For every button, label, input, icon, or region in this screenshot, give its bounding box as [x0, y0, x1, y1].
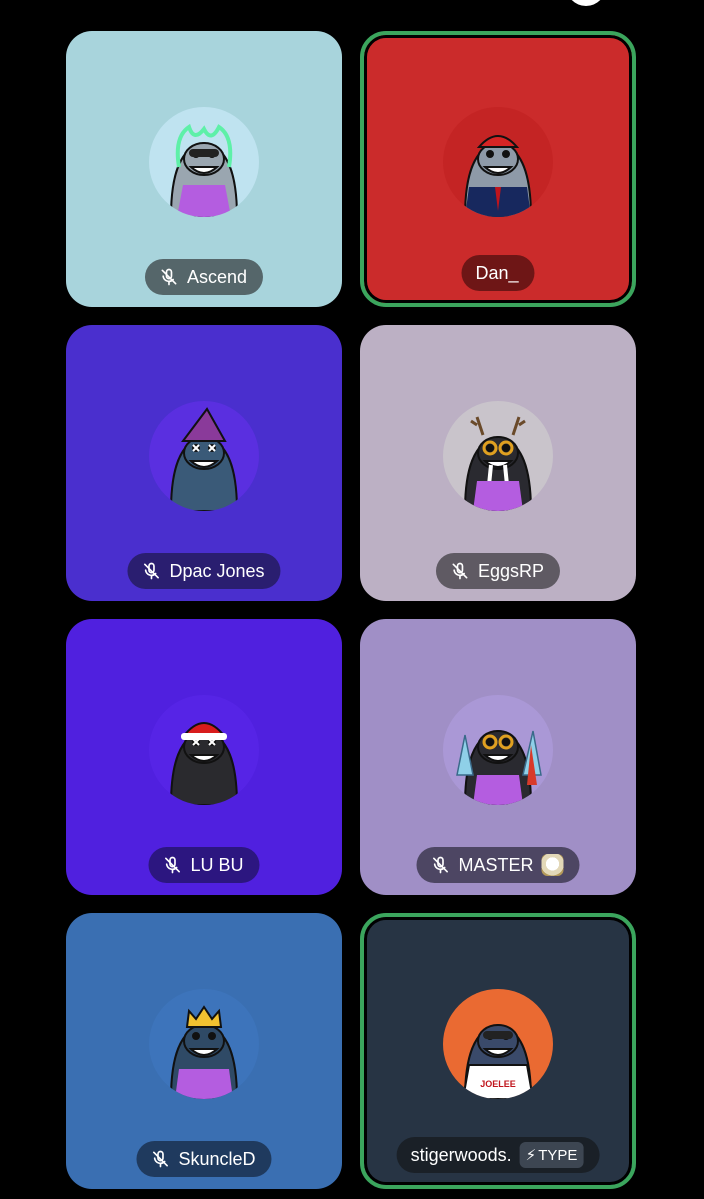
badge-emoji-icon [541, 854, 564, 876]
name-pill: Ascend [144, 259, 264, 295]
type-badge: ⚡ TYPE [519, 1142, 584, 1168]
participant-tile-stigerwoods[interactable]: JOELEE stigerwoods. ⚡ TYPE [360, 913, 636, 1189]
participant-name: Dan_ [475, 262, 519, 283]
participant-name: stigerwoods. [410, 1144, 512, 1165]
avatar [149, 989, 259, 1099]
participant-tile-master[interactable]: MASTER [360, 619, 636, 895]
name-pill: LU BU [148, 847, 260, 883]
participant-tile-eggsrp[interactable]: EggsRP [360, 325, 636, 601]
participant-name: MASTER [458, 854, 534, 875]
participant-name: Dpac Jones [169, 560, 265, 581]
name-pill: Dpac Jones [127, 553, 281, 589]
mic-muted-icon [150, 1149, 170, 1169]
participant-name: LU BU [190, 854, 244, 875]
avatar [149, 695, 259, 805]
mic-muted-icon [159, 267, 179, 287]
avatar [149, 401, 259, 511]
name-pill: MASTER [416, 847, 580, 883]
participant-tile-lu-bu[interactable]: LU BU [66, 619, 342, 895]
avatar [443, 107, 553, 217]
name-pill: EggsRP [435, 553, 561, 589]
voice-grid: Ascend Dan_ Dpac Jones EggsRP LU BU MAST… [0, 0, 704, 1199]
participant-name: SkuncleD [178, 1148, 256, 1169]
avatar [149, 107, 259, 217]
participant-tile-ascend[interactable]: Ascend [66, 31, 342, 307]
avatar [443, 695, 553, 805]
participant-name: Ascend [186, 266, 248, 287]
name-pill: Dan_ [461, 255, 535, 291]
lightning-icon: ⚡ [525, 1147, 537, 1164]
avatar: JOELEE [443, 989, 553, 1099]
mic-muted-icon [430, 855, 450, 875]
participant-tile-skuncled[interactable]: SkuncleD [66, 913, 342, 1189]
mic-muted-icon [450, 561, 470, 581]
svg-text:JOELEE: JOELEE [480, 1079, 516, 1089]
mic-muted-icon [141, 561, 161, 581]
participant-tile-dpac-jones[interactable]: Dpac Jones [66, 325, 342, 601]
participant-tile-dan[interactable]: Dan_ [360, 31, 636, 307]
participant-name: EggsRP [477, 560, 545, 581]
top-status-shape [566, 0, 606, 6]
name-pill: stigerwoods. ⚡ TYPE [396, 1137, 600, 1173]
mic-muted-icon [162, 855, 182, 875]
type-badge-label: TYPE [538, 1146, 578, 1164]
name-pill: SkuncleD [136, 1141, 272, 1177]
avatar [443, 401, 553, 511]
